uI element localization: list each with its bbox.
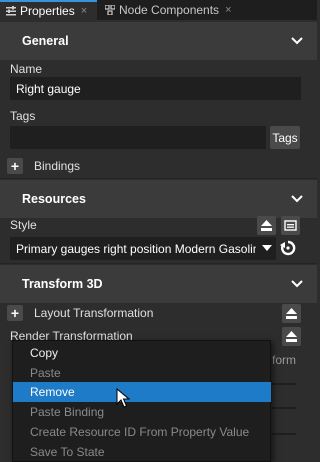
context-menu: Copy Paste Remove Paste Binding Create R… bbox=[12, 340, 271, 462]
properties-tab-icon bbox=[6, 6, 16, 16]
tab-properties-label: Properties bbox=[20, 4, 75, 18]
bindings-label: Bindings bbox=[34, 159, 81, 173]
menu-item-remove[interactable]: Remove bbox=[13, 382, 271, 402]
tags-label: Tags bbox=[10, 109, 36, 123]
tab-node-components[interactable]: Node Components × bbox=[99, 0, 247, 20]
section-transform-title: Transform 3D bbox=[22, 277, 103, 291]
tab-properties[interactable]: Properties × bbox=[0, 0, 97, 20]
upload-icon[interactable] bbox=[282, 304, 301, 323]
section-general[interactable]: General bbox=[0, 22, 317, 60]
menu-item-create-resource-id[interactable]: Create Resource ID From Property Value bbox=[13, 422, 271, 442]
close-icon[interactable]: × bbox=[225, 4, 231, 16]
mouse-cursor-icon bbox=[116, 388, 130, 408]
tags-button[interactable]: Tags bbox=[270, 126, 300, 149]
menu-item-paste[interactable]: Paste bbox=[13, 363, 271, 383]
upload-icon[interactable] bbox=[282, 327, 301, 346]
menu-item-copy[interactable]: Copy bbox=[13, 343, 271, 363]
section-resources-title: Resources bbox=[22, 192, 86, 206]
tab-node-components-label: Node Components bbox=[119, 3, 220, 17]
style-dropdown-value: Primary gauges right position Modern Gas… bbox=[16, 241, 256, 256]
chevron-down-icon bbox=[262, 245, 272, 251]
slider-track[interactable] bbox=[272, 407, 296, 409]
resource-icon[interactable] bbox=[281, 216, 300, 235]
tags-field[interactable] bbox=[10, 126, 266, 149]
divider bbox=[0, 263, 317, 264]
divider bbox=[0, 178, 317, 179]
add-layout-transformation-button[interactable]: + bbox=[7, 305, 23, 321]
style-label: Style bbox=[10, 218, 37, 232]
reset-icon[interactable] bbox=[280, 240, 296, 256]
section-general-title: General bbox=[22, 34, 69, 48]
upload-icon[interactable] bbox=[257, 216, 276, 235]
menu-item-save-to-state[interactable]: Save To State bbox=[13, 442, 271, 462]
name-field[interactable]: Right gauge bbox=[10, 77, 301, 100]
chevron-down-icon[interactable] bbox=[291, 35, 303, 47]
chevron-down-icon[interactable] bbox=[291, 193, 303, 205]
style-dropdown[interactable]: Primary gauges right position Modern Gas… bbox=[10, 237, 276, 260]
partial-label: form bbox=[272, 353, 296, 367]
layout-transformation-label: Layout Transformation bbox=[34, 306, 154, 320]
slider-track[interactable] bbox=[272, 383, 296, 385]
section-resources[interactable]: Resources bbox=[0, 180, 317, 218]
close-icon[interactable]: × bbox=[81, 5, 87, 17]
node-components-icon bbox=[105, 5, 115, 15]
slider-track[interactable] bbox=[272, 433, 296, 435]
add-bindings-button[interactable]: + bbox=[7, 158, 23, 174]
section-transform-3d[interactable]: Transform 3D bbox=[0, 265, 317, 303]
menu-item-paste-binding[interactable]: Paste Binding bbox=[13, 402, 271, 422]
chevron-down-icon[interactable] bbox=[291, 278, 303, 290]
tab-bar: Properties × Node Components × bbox=[0, 0, 317, 20]
name-label: Name bbox=[10, 62, 43, 76]
